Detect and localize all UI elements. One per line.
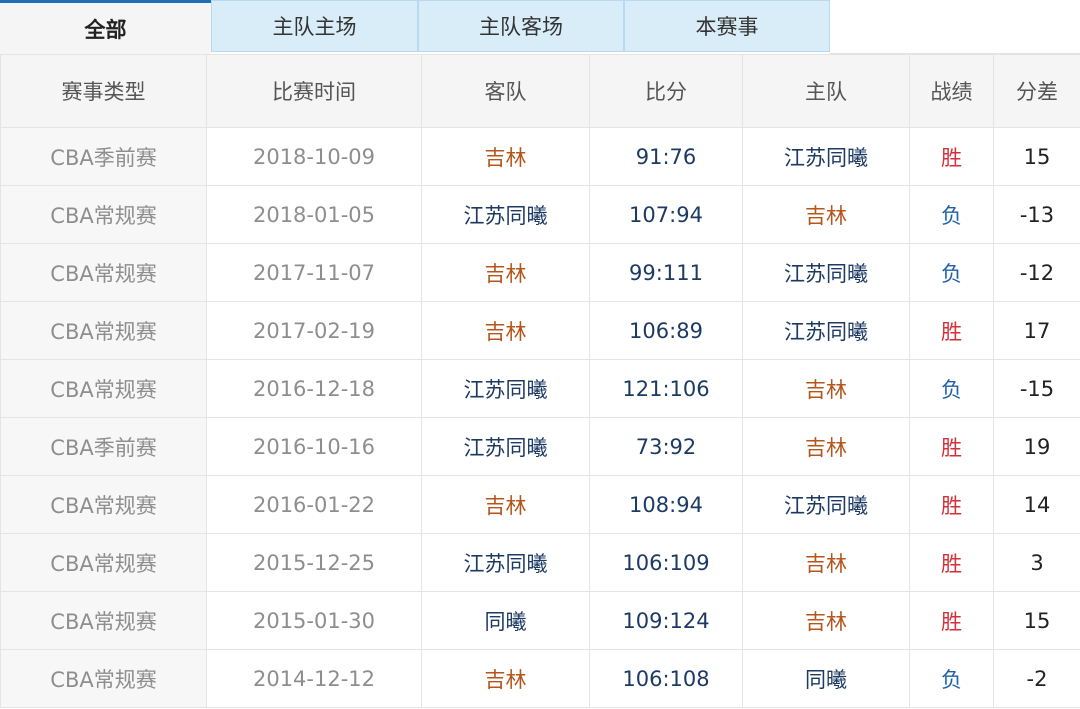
cell-score: 107:94 xyxy=(589,185,743,244)
table-row: CBA常规赛 2018-01-05 江苏同曦 107:94 吉林负 -13 xyxy=(0,185,1080,244)
cell-result: 胜 xyxy=(909,533,994,592)
cell-point-diff: 17 xyxy=(993,301,1080,360)
cell-away-team: 江苏同曦 xyxy=(421,417,590,476)
cell-point-diff: -12 xyxy=(993,243,1080,302)
cell-away-team: 江苏同曦 xyxy=(421,533,590,592)
cell-result: 负 xyxy=(909,649,994,708)
header-result: 战绩 xyxy=(909,54,994,128)
table-row: CBA常规赛 2016-01-22 吉林 108:94 江苏同曦胜 14 xyxy=(0,475,1080,534)
tab-all[interactable]: 全部 xyxy=(0,0,211,54)
cell-home-team: 吉林 xyxy=(742,417,910,476)
cell-away-team: 江苏同曦 xyxy=(421,185,590,244)
cell-away-team: 江苏同曦 xyxy=(421,359,590,418)
cell-away-team: 同曦 xyxy=(421,591,590,650)
cell-match-date: 2015-01-30 xyxy=(206,591,422,650)
cell-home-team: 江苏同曦 xyxy=(742,243,910,302)
cell-home-team: 吉林 xyxy=(742,533,910,592)
cell-competition-type: CBA常规赛 xyxy=(0,359,207,418)
cell-competition-type: CBA常规赛 xyxy=(0,301,207,360)
header-home-team: 主队 xyxy=(742,54,910,128)
cell-match-date: 2017-02-19 xyxy=(206,301,422,360)
header-away-team: 客队 xyxy=(421,54,590,128)
tab-home-team-away[interactable]: 主队客场 xyxy=(418,0,624,52)
cell-result: 负 xyxy=(909,185,994,244)
match-history-table: 赛事类型 比赛时间 客队 比分 主队 战绩 分差 CBA季前赛 2018-10-0… xyxy=(0,54,1080,708)
filter-tab-bar: 全部 主队主场 主队客场 本赛事 xyxy=(0,0,1080,54)
cell-point-diff: -2 xyxy=(993,649,1080,708)
cell-score: 73:92 xyxy=(589,417,743,476)
header-score: 比分 xyxy=(589,54,743,128)
cell-result: 胜 xyxy=(909,301,994,360)
cell-home-team: 吉林 xyxy=(742,591,910,650)
cell-away-team: 吉林 xyxy=(421,301,590,360)
cell-match-date: 2015-12-25 xyxy=(206,533,422,592)
cell-point-diff: 15 xyxy=(993,127,1080,186)
cell-away-team: 吉林 xyxy=(421,127,590,186)
cell-home-team: 吉林 xyxy=(742,359,910,418)
tab-home-team-home[interactable]: 主队主场 xyxy=(211,0,418,52)
cell-competition-type: CBA季前赛 xyxy=(0,417,207,476)
cell-score: 106:109 xyxy=(589,533,743,592)
table-row: CBA常规赛 2016-12-18 江苏同曦 121:106 吉林负 -15 xyxy=(0,359,1080,418)
header-point-diff: 分差 xyxy=(993,54,1080,128)
cell-result: 胜 xyxy=(909,475,994,534)
table-header-row: 赛事类型 比赛时间 客队 比分 主队 战绩 分差 xyxy=(0,54,1080,128)
cell-score: 99:111 xyxy=(589,243,743,302)
cell-away-team: 吉林 xyxy=(421,243,590,302)
cell-competition-type: CBA季前赛 xyxy=(0,127,207,186)
cell-home-team: 吉林 xyxy=(742,185,910,244)
table-row: CBA常规赛 2014-12-12 吉林 106:108 同曦负 -2 xyxy=(0,649,1080,708)
cell-point-diff: 15 xyxy=(993,591,1080,650)
cell-home-team: 江苏同曦 xyxy=(742,301,910,360)
cell-competition-type: CBA常规赛 xyxy=(0,649,207,708)
cell-match-date: 2014-12-12 xyxy=(206,649,422,708)
cell-point-diff: 19 xyxy=(993,417,1080,476)
cell-competition-type: CBA常规赛 xyxy=(0,185,207,244)
cell-away-team: 吉林 xyxy=(421,475,590,534)
cell-result: 胜 xyxy=(909,591,994,650)
header-competition-type: 赛事类型 xyxy=(0,54,207,128)
table-row: CBA常规赛 2017-02-19 吉林 106:89 江苏同曦胜 17 xyxy=(0,301,1080,360)
cell-home-team: 江苏同曦 xyxy=(742,475,910,534)
cell-result: 胜 xyxy=(909,417,994,476)
cell-match-date: 2016-10-16 xyxy=(206,417,422,476)
header-match-time: 比赛时间 xyxy=(206,54,422,128)
cell-match-date: 2016-01-22 xyxy=(206,475,422,534)
cell-point-diff: -13 xyxy=(993,185,1080,244)
table-row: CBA季前赛 2018-10-09 吉林 91:76 江苏同曦胜 15 xyxy=(0,127,1080,186)
table-row: CBA常规赛 2017-11-07 吉林 99:111 江苏同曦负 -12 xyxy=(0,243,1080,302)
cell-competition-type: CBA常规赛 xyxy=(0,243,207,302)
table-row: CBA季前赛 2016-10-16 江苏同曦 73:92 吉林胜 19 xyxy=(0,417,1080,476)
table-row: CBA常规赛 2015-12-25 江苏同曦 106:109 吉林胜 3 xyxy=(0,533,1080,592)
cell-competition-type: CBA常规赛 xyxy=(0,533,207,592)
cell-score: 109:124 xyxy=(589,591,743,650)
table-row: CBA常规赛 2015-01-30 同曦 109:124 吉林胜 15 xyxy=(0,591,1080,650)
cell-point-diff: 3 xyxy=(993,533,1080,592)
cell-score: 106:108 xyxy=(589,649,743,708)
cell-home-team: 江苏同曦 xyxy=(742,127,910,186)
cell-score: 106:89 xyxy=(589,301,743,360)
cell-competition-type: CBA常规赛 xyxy=(0,591,207,650)
cell-home-team: 同曦 xyxy=(742,649,910,708)
cell-result: 负 xyxy=(909,359,994,418)
cell-point-diff: -15 xyxy=(993,359,1080,418)
tab-this-competition[interactable]: 本赛事 xyxy=(624,0,830,52)
cell-score: 108:94 xyxy=(589,475,743,534)
cell-match-date: 2017-11-07 xyxy=(206,243,422,302)
cell-competition-type: CBA常规赛 xyxy=(0,475,207,534)
cell-score: 91:76 xyxy=(589,127,743,186)
cell-point-diff: 14 xyxy=(993,475,1080,534)
cell-match-date: 2018-10-09 xyxy=(206,127,422,186)
cell-away-team: 吉林 xyxy=(421,649,590,708)
cell-match-date: 2016-12-18 xyxy=(206,359,422,418)
cell-result: 胜 xyxy=(909,127,994,186)
cell-result: 负 xyxy=(909,243,994,302)
cell-score: 121:106 xyxy=(589,359,743,418)
cell-match-date: 2018-01-05 xyxy=(206,185,422,244)
